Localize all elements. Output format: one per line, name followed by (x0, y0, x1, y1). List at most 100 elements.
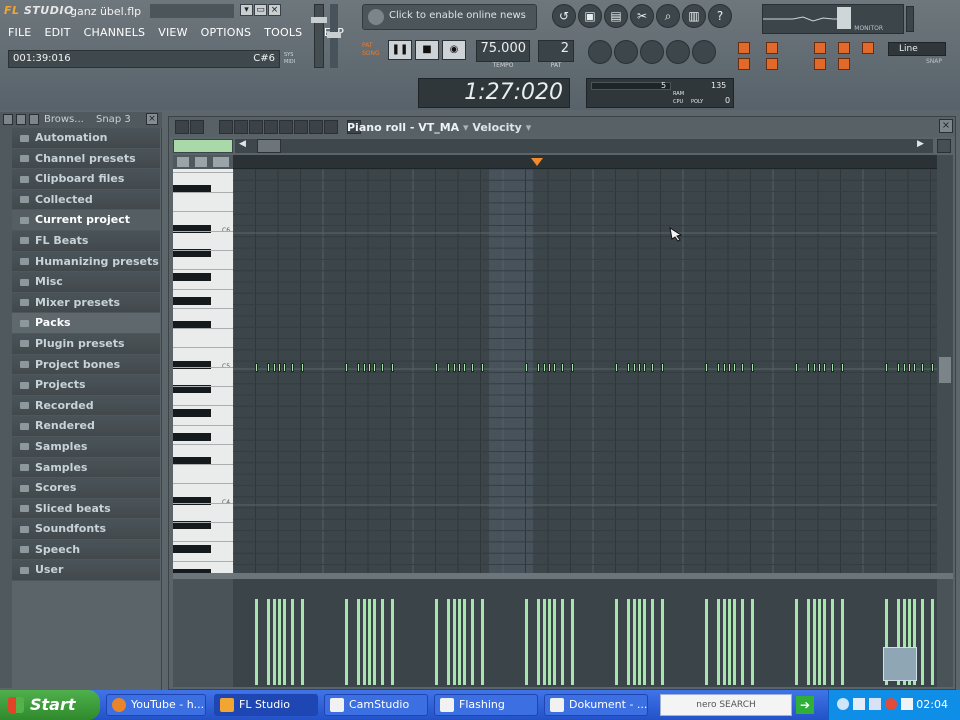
velocity-bar[interactable] (453, 599, 456, 685)
black-key[interactable] (173, 361, 211, 369)
velocity-bar[interactable] (283, 599, 286, 685)
black-key[interactable] (173, 225, 211, 233)
online-news-panel[interactable]: Click to enable online news (362, 4, 537, 30)
note[interactable] (267, 363, 270, 372)
paint-icon[interactable] (234, 120, 248, 134)
black-key[interactable] (173, 409, 211, 417)
note-props-icon[interactable] (177, 157, 189, 167)
note[interactable] (728, 363, 731, 372)
browser-item-mixer-presets[interactable]: Mixer presets (12, 292, 160, 314)
piano-keyboard[interactable]: C6 C5 C4 (173, 169, 233, 573)
velocity-bar[interactable] (723, 599, 726, 685)
velocity-bar[interactable] (615, 599, 618, 685)
velocity-bar[interactable] (481, 599, 484, 685)
velocity-bar[interactable] (345, 599, 348, 685)
note[interactable] (908, 363, 911, 372)
note[interactable] (278, 363, 281, 372)
browser-item-scores[interactable]: Scores (12, 478, 160, 499)
note[interactable] (903, 363, 906, 372)
master-volume-knob[interactable] (311, 17, 327, 23)
velocity-bar[interactable] (841, 599, 844, 685)
velocity-bar[interactable] (661, 599, 664, 685)
menu-edit[interactable]: EDIT (44, 26, 70, 39)
browser-menu-icon[interactable] (3, 114, 13, 125)
note[interactable] (638, 363, 641, 372)
note[interactable] (543, 363, 546, 372)
browser-item-projects[interactable]: Projects (12, 375, 160, 396)
menu-tools[interactable]: TOOLS (264, 26, 302, 39)
velocity-bar[interactable] (717, 599, 720, 685)
note[interactable] (807, 363, 810, 372)
menu-channels[interactable]: CHANNELS (84, 26, 146, 39)
velocity-bar[interactable] (368, 599, 371, 685)
velocity-bar[interactable] (301, 599, 304, 685)
save-icon[interactable]: ▤ (604, 4, 628, 28)
velocity-bar[interactable] (921, 599, 924, 685)
playhead-marker[interactable] (531, 158, 543, 166)
velocity-bar[interactable] (807, 599, 810, 685)
note[interactable] (553, 363, 556, 372)
browser-item-automation[interactable]: Automation (12, 128, 160, 149)
velocity-bar[interactable] (447, 599, 450, 685)
browser-item-humanizing-presets[interactable]: Humanizing presets (12, 251, 160, 273)
menu-file[interactable]: FILE (8, 26, 31, 39)
scroll-left-icon[interactable]: ◀ (239, 139, 253, 153)
menu-options[interactable]: OPTIONS (201, 26, 252, 39)
note[interactable] (273, 363, 276, 372)
velocity-bar[interactable] (651, 599, 654, 685)
note[interactable] (537, 363, 540, 372)
note[interactable] (381, 363, 384, 372)
velocity-bar[interactable] (733, 599, 736, 685)
multilink-toggle[interactable] (862, 42, 874, 54)
velocity-bar[interactable] (373, 599, 376, 685)
tray-icon-4[interactable] (885, 698, 897, 710)
browser-item-user[interactable]: User (12, 560, 160, 582)
note[interactable] (717, 363, 720, 372)
black-key[interactable] (173, 273, 211, 281)
browser-item-packs[interactable]: Packs (12, 313, 160, 334)
scroll-right-icon[interactable]: ▶ (917, 139, 931, 153)
step-edit-toggle[interactable] (766, 42, 778, 54)
velocity-bar[interactable] (273, 599, 276, 685)
browser-close-icon[interactable]: × (146, 113, 158, 125)
mixer-icon[interactable] (692, 40, 716, 64)
tray-icon-1[interactable] (837, 698, 849, 710)
wrench-icon[interactable] (190, 120, 204, 134)
minimize-button[interactable]: ▾ (240, 4, 253, 16)
velocity-bar[interactable] (291, 599, 294, 685)
note[interactable] (255, 363, 258, 372)
velocity-bar[interactable] (363, 599, 366, 685)
task-youtube[interactable]: YouTube - h... (106, 694, 206, 716)
monitor-side-knob[interactable] (906, 6, 914, 32)
browser-item-clipboard-files[interactable]: Clipboard files (12, 169, 160, 190)
velocity-bar[interactable] (543, 599, 546, 685)
start-button[interactable]: Start (0, 690, 100, 720)
pattern-display[interactable]: 2 (538, 40, 574, 62)
pause-button[interactable]: ❚❚ (388, 40, 412, 60)
note[interactable] (391, 363, 394, 372)
undo-icon[interactable]: ↺ (552, 4, 576, 28)
note[interactable] (661, 363, 664, 372)
velocity-bar[interactable] (463, 599, 466, 685)
corner-grab-icon[interactable] (883, 647, 917, 681)
note[interactable] (447, 363, 450, 372)
task-fl-studio[interactable]: FL Studio (214, 694, 318, 716)
loop-record-toggle[interactable] (766, 58, 778, 70)
velocity-bar[interactable] (638, 599, 641, 685)
velocity-bar[interactable] (267, 599, 270, 685)
piano-roll-close-icon[interactable]: × (939, 119, 953, 133)
piano-roll-icon[interactable] (640, 40, 664, 64)
master-volume-fader[interactable] (311, 4, 327, 68)
browser-item-collected[interactable]: Collected (12, 189, 160, 211)
menu-view[interactable]: VIEW (158, 26, 187, 39)
note[interactable] (561, 363, 564, 372)
task-dokument[interactable]: Dokument - ... (544, 694, 648, 716)
playback-icon[interactable] (309, 120, 323, 134)
velocity-label[interactable]: Velocity (472, 121, 521, 134)
note[interactable] (733, 363, 736, 372)
velocity-bar[interactable] (627, 599, 630, 685)
velocity-bar[interactable] (818, 599, 821, 685)
go-arrow-icon[interactable]: ➔ (796, 696, 814, 714)
tray-icon-3[interactable] (869, 698, 881, 710)
velocity-bar[interactable] (643, 599, 646, 685)
